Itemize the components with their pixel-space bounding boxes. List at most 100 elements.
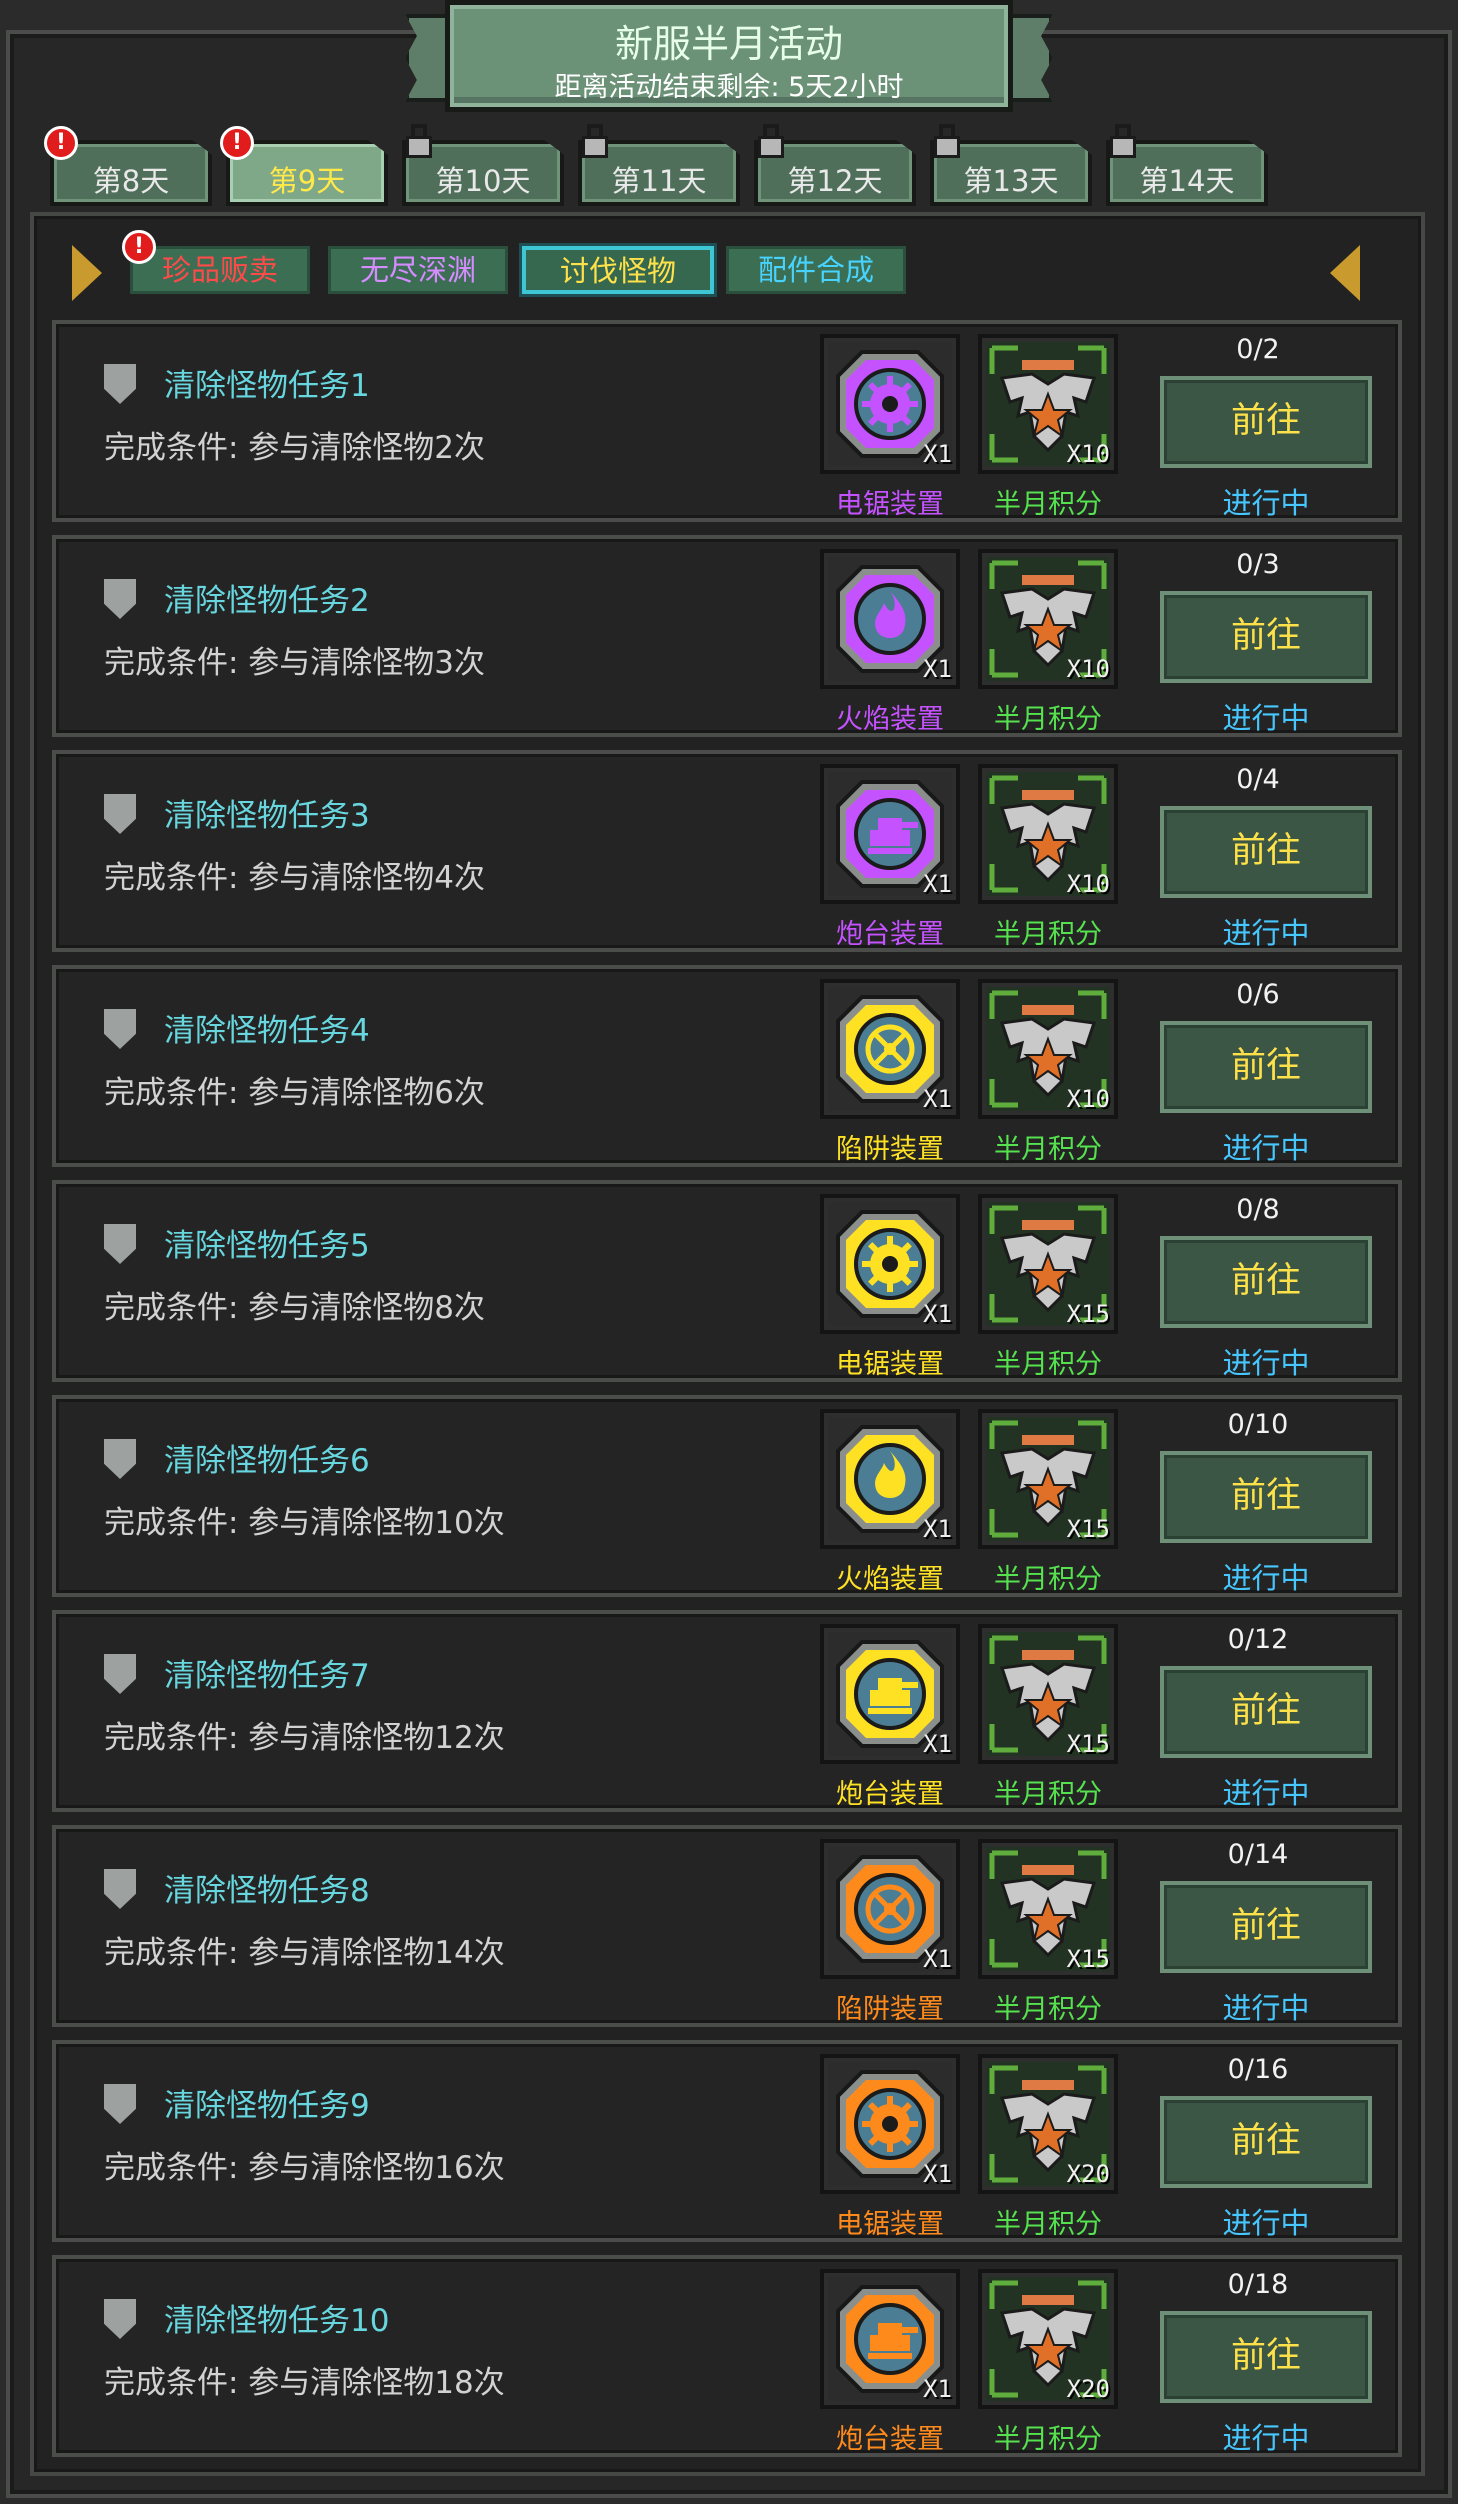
task-condition: 完成条件: 参与清除怪物6次 bbox=[104, 1075, 486, 1111]
task-status: 进行中 bbox=[1222, 2206, 1310, 2240]
reward-item-name: 火焰装置 bbox=[836, 704, 944, 735]
shield-icon bbox=[104, 364, 136, 404]
go-button[interactable]: 前往 bbox=[1160, 1451, 1372, 1543]
shield-icon bbox=[104, 579, 136, 619]
reward-points-name: 半月积分 bbox=[994, 919, 1102, 950]
reward-points-slot[interactable]: X15 bbox=[978, 1409, 1118, 1549]
lock-icon bbox=[580, 124, 610, 160]
task-progress: 0/16 bbox=[1227, 2054, 1289, 2085]
reward-item-slot[interactable]: X1 bbox=[820, 1839, 960, 1979]
category-tab-2[interactable]: 无尽深渊 bbox=[328, 246, 508, 294]
reward-item-slot[interactable]: X1 bbox=[820, 334, 960, 474]
task-progress: 0/18 bbox=[1227, 2269, 1289, 2300]
task-status: 进行中 bbox=[1222, 2421, 1310, 2455]
go-button[interactable]: 前往 bbox=[1160, 1881, 1372, 1973]
shield-icon bbox=[104, 1654, 136, 1694]
reward-points-slot[interactable]: X10 bbox=[978, 334, 1118, 474]
lock-icon bbox=[1108, 124, 1138, 160]
reward-points-slot[interactable]: X20 bbox=[978, 2269, 1118, 2409]
arrow-right-icon[interactable] bbox=[72, 245, 102, 301]
reward-points-slot[interactable]: X10 bbox=[978, 764, 1118, 904]
reward-points-name: 半月积分 bbox=[994, 1564, 1102, 1595]
reward-item-slot[interactable]: X1 bbox=[820, 979, 960, 1119]
reward-item-slot[interactable]: X1 bbox=[820, 549, 960, 689]
task-condition: 完成条件: 参与清除怪物10次 bbox=[104, 1505, 505, 1541]
go-button[interactable]: 前往 bbox=[1160, 2311, 1372, 2403]
reward-points-name: 半月积分 bbox=[994, 1994, 1102, 2025]
task-condition: 完成条件: 参与清除怪物2次 bbox=[104, 430, 486, 466]
shield-icon bbox=[104, 1439, 136, 1479]
go-button[interactable]: 前往 bbox=[1160, 1021, 1372, 1113]
category-tab-1[interactable]: 珍品贩卖 bbox=[130, 246, 310, 294]
reward-quantity: X1 bbox=[923, 1730, 952, 1758]
go-button[interactable]: 前往 bbox=[1160, 1666, 1372, 1758]
task-condition: 完成条件: 参与清除怪物16次 bbox=[104, 2150, 505, 2186]
alert-badge-icon: ! bbox=[220, 126, 254, 160]
go-button[interactable]: 前往 bbox=[1160, 2096, 1372, 2188]
shield-icon bbox=[104, 1224, 136, 1264]
shield-icon bbox=[104, 1869, 136, 1909]
alert-badge-icon: ! bbox=[44, 126, 78, 160]
task-title: 清除怪物任务2 bbox=[164, 583, 370, 619]
reward-points-name: 半月积分 bbox=[994, 1134, 1102, 1165]
task-progress: 0/3 bbox=[1236, 549, 1280, 580]
task-condition: 完成条件: 参与清除怪物12次 bbox=[104, 1720, 505, 1756]
alert-badge-icon: ! bbox=[122, 230, 156, 264]
task-status: 进行中 bbox=[1222, 1561, 1310, 1595]
category-tab-3[interactable]: 讨伐怪物 bbox=[522, 246, 714, 294]
reward-points-slot[interactable]: X15 bbox=[978, 1624, 1118, 1764]
reward-item-slot[interactable]: X1 bbox=[820, 1409, 960, 1549]
task-title: 清除怪物任务1 bbox=[164, 368, 370, 404]
go-button[interactable]: 前往 bbox=[1160, 376, 1372, 468]
event-countdown: 距离活动结束剩余: 5天2小时 bbox=[554, 72, 904, 103]
go-button[interactable]: 前往 bbox=[1160, 591, 1372, 683]
reward-item-slot[interactable]: X1 bbox=[820, 2054, 960, 2194]
task-row: 清除怪物任务1 完成条件: 参与清除怪物2次 X1 X10 电锯装置 半月积分 0/2 前往进… bbox=[52, 320, 1402, 522]
reward-quantity: X10 bbox=[1066, 870, 1110, 898]
category-tab-4[interactable]: 配件合成 bbox=[726, 246, 906, 294]
task-status: 进行中 bbox=[1222, 701, 1310, 735]
reward-quantity: X1 bbox=[923, 2160, 952, 2188]
reward-points-slot[interactable]: X15 bbox=[978, 1839, 1118, 1979]
reward-points-name: 半月积分 bbox=[994, 2209, 1102, 2240]
task-row: 清除怪物任务5 完成条件: 参与清除怪物8次 X1 X15 电锯装置 半月积分 0/8 前往进… bbox=[52, 1180, 1402, 1382]
reward-item-name: 陷阱装置 bbox=[836, 1994, 944, 2025]
shield-icon bbox=[104, 2299, 136, 2339]
task-row: 清除怪物任务2 完成条件: 参与清除怪物3次 X1 X10 火焰装置 半月积分 0/3 前往进… bbox=[52, 535, 1402, 737]
lock-icon bbox=[404, 124, 434, 160]
task-title: 清除怪物任务9 bbox=[164, 2088, 370, 2124]
reward-points-name: 半月积分 bbox=[994, 1349, 1102, 1380]
task-status: 进行中 bbox=[1222, 1131, 1310, 1165]
tab-label: 第14天 bbox=[1139, 164, 1235, 198]
reward-points-name: 半月积分 bbox=[994, 2424, 1102, 2455]
task-title: 清除怪物任务8 bbox=[164, 1873, 370, 1909]
reward-points-name: 半月积分 bbox=[994, 489, 1102, 520]
reward-quantity: X1 bbox=[923, 2375, 952, 2403]
task-title: 清除怪物任务4 bbox=[164, 1013, 370, 1049]
task-condition: 完成条件: 参与清除怪物4次 bbox=[104, 860, 486, 896]
go-button[interactable]: 前往 bbox=[1160, 1236, 1372, 1328]
reward-item-name: 陷阱装置 bbox=[836, 1134, 944, 1165]
shield-icon bbox=[104, 2084, 136, 2124]
go-button[interactable]: 前往 bbox=[1160, 806, 1372, 898]
reward-points-slot[interactable]: X10 bbox=[978, 549, 1118, 689]
reward-item-name: 炮台装置 bbox=[836, 919, 944, 950]
reward-points-slot[interactable]: X15 bbox=[978, 1194, 1118, 1334]
reward-quantity: X1 bbox=[923, 1515, 952, 1543]
reward-points-slot[interactable]: X10 bbox=[978, 979, 1118, 1119]
task-progress: 0/2 bbox=[1236, 334, 1280, 365]
task-progress: 0/6 bbox=[1236, 979, 1280, 1010]
reward-points-slot[interactable]: X20 bbox=[978, 2054, 1118, 2194]
reward-item-slot[interactable]: X1 bbox=[820, 1624, 960, 1764]
reward-quantity: X15 bbox=[1066, 1730, 1110, 1758]
lock-icon bbox=[756, 124, 786, 160]
arrow-left-icon[interactable] bbox=[1330, 245, 1360, 301]
reward-item-slot[interactable]: X1 bbox=[820, 764, 960, 904]
task-progress: 0/14 bbox=[1227, 1839, 1289, 1870]
reward-quantity: X1 bbox=[923, 1085, 952, 1113]
task-condition: 完成条件: 参与清除怪物8次 bbox=[104, 1290, 486, 1326]
reward-item-slot[interactable]: X1 bbox=[820, 2269, 960, 2409]
reward-item-slot[interactable]: X1 bbox=[820, 1194, 960, 1334]
task-row: 清除怪物任务9 完成条件: 参与清除怪物16次 X1 X20 电锯装置 半月积分 0/16 前… bbox=[52, 2040, 1402, 2242]
task-title: 清除怪物任务5 bbox=[164, 1228, 370, 1264]
